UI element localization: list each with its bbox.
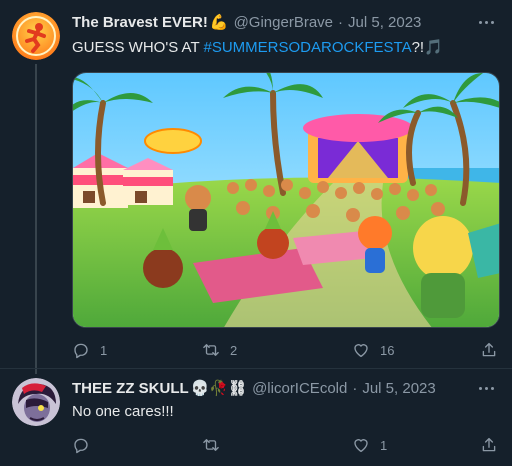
share-button[interactable]	[480, 435, 498, 455]
name-emoji: 💀🥀⛓	[190, 380, 248, 397]
music-note-icon: 🎵	[424, 39, 443, 56]
tweet-actions: 1 2 16	[72, 340, 500, 360]
share-button[interactable]	[480, 340, 498, 360]
display-name[interactable]: The Bravest EVER! 💪	[72, 13, 229, 32]
like-button[interactable]: 16	[352, 340, 394, 360]
separator-dot: ·	[338, 13, 344, 31]
retweet-count: 2	[230, 342, 238, 358]
display-name[interactable]: THEE ZZ SKULL 💀🥀⛓	[72, 379, 248, 398]
avatar-gingerbrave[interactable]	[12, 12, 60, 60]
tweet-header: THEE ZZ SKULL 💀🥀⛓ @licorICEcold · Jul 5,…	[72, 378, 436, 398]
like-count: 1	[380, 437, 388, 453]
like-icon	[354, 344, 368, 358]
user-handle[interactable]: @licorICEcold	[252, 380, 347, 397]
like-button[interactable]: 1	[352, 435, 387, 455]
tweet-gingerbrave[interactable]: The Bravest EVER! 💪 @GingerBrave · Jul 5…	[0, 0, 512, 374]
like-count: 16	[380, 342, 395, 358]
tweet-date[interactable]: Jul 5, 2023	[362, 380, 435, 397]
reply-button[interactable]	[72, 435, 100, 455]
reply-icon	[74, 438, 88, 454]
thread-line	[35, 64, 37, 374]
retweet-button[interactable]: 2	[202, 340, 237, 360]
reply-button[interactable]: 1	[72, 340, 107, 360]
user-handle[interactable]: @GingerBrave	[234, 14, 333, 31]
name-emoji: 💪	[209, 14, 229, 31]
tweet-text: No one cares!!!	[72, 403, 174, 420]
retweet-button[interactable]	[202, 435, 230, 455]
like-icon	[354, 439, 368, 453]
tweet-actions: 1	[72, 435, 500, 455]
tweet-image[interactable]	[72, 72, 500, 328]
separator-dot: ·	[352, 379, 358, 397]
hashtag-link[interactable]: #SUMMERSODAROCKFESTA	[204, 39, 412, 56]
retweet-icon	[203, 439, 219, 451]
share-icon	[482, 342, 496, 357]
more-icon[interactable]	[476, 12, 496, 32]
retweet-icon	[203, 344, 219, 356]
tweet-header: The Bravest EVER! 💪 @GingerBrave · Jul 5…	[72, 12, 421, 32]
share-icon	[482, 437, 496, 452]
tweet-date[interactable]: Jul 5, 2023	[348, 14, 421, 31]
tweet-licoricecold[interactable]: THEE ZZ SKULL 💀🥀⛓ @licorICEcold · Jul 5,…	[0, 368, 512, 466]
more-icon[interactable]	[476, 378, 496, 398]
reply-icon	[74, 343, 88, 359]
tweet-text: GUESS WHO'S AT #SUMMERSODAROCKFESTA?!🎵	[72, 39, 443, 56]
reply-count: 1	[100, 342, 108, 358]
avatar-licoricecold[interactable]	[12, 378, 60, 426]
